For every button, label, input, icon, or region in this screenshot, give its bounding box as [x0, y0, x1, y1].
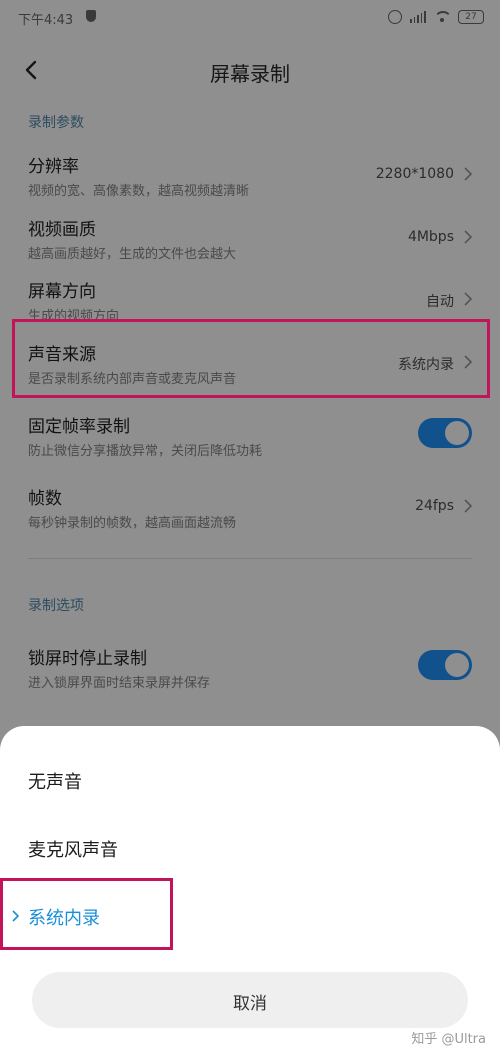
- chevron-right-icon: [464, 355, 473, 369]
- setting-title: 屏幕方向: [28, 282, 96, 302]
- fixed-framerate-toggle[interactable]: [418, 418, 472, 448]
- watermark: 知乎 @Ultra: [411, 1032, 486, 1047]
- setting-video-quality[interactable]: 视频画质 越高画质越好，生成的文件也会越大 4Mbps: [0, 215, 500, 277]
- status-time: 下午4:43: [18, 13, 74, 28]
- setting-subtitle: 是否录制系统内部声音或麦克风声音: [28, 372, 237, 387]
- setting-value: 自动: [426, 294, 454, 310]
- page-title: 屏幕录制: [210, 62, 290, 86]
- setting-value: 2280*1080: [375, 166, 454, 182]
- status-bar: 下午4:43 27: [0, 0, 500, 34]
- option-label: 麦克风声音: [28, 840, 118, 861]
- alarm-icon: [388, 10, 402, 24]
- option-microphone[interactable]: 麦克风声音: [0, 824, 500, 874]
- setting-framerate[interactable]: 帧数 每秒钟录制的帧数，越高画面越流畅 24fps: [0, 484, 500, 546]
- setting-subtitle: 越高画质越好，生成的文件也会越大: [28, 247, 237, 262]
- toggle-knob: [445, 421, 469, 445]
- section-label-record-options: 录制选项: [28, 598, 84, 614]
- setting-title: 声音来源: [28, 345, 96, 365]
- cancel-button[interactable]: 取消: [32, 972, 468, 1028]
- cancel-label: 取消: [233, 994, 267, 1014]
- setting-orientation[interactable]: 屏幕方向 生成的视频方向 自动: [0, 277, 500, 339]
- selected-chevron-icon: [12, 910, 19, 922]
- setting-subtitle: 进入锁屏界面时结束录屏并保存: [28, 676, 211, 691]
- setting-subtitle: 视频的宽、高像素数，越高视频越清晰: [28, 184, 250, 199]
- setting-title: 锁屏时停止录制: [28, 649, 147, 669]
- wifi-icon: [434, 11, 450, 23]
- chevron-right-icon: [464, 230, 473, 244]
- setting-value: 4Mbps: [407, 229, 454, 245]
- setting-title: 视频画质: [28, 220, 96, 240]
- option-no-sound[interactable]: 无声音: [0, 756, 500, 806]
- toggle-knob: [445, 653, 469, 677]
- screen-recording-settings: 下午4:43 27 屏幕录制 录制参数 分辨率 视频的宽、高像素数，越高视频越清…: [0, 0, 500, 1055]
- setting-subtitle: 每秒钟录制的帧数，越高画面越流畅: [28, 516, 237, 531]
- setting-stop-on-lock: 锁屏时停止录制 进入锁屏界面时结束录屏并保存: [0, 644, 500, 706]
- audio-source-sheet: 无声音 麦克风声音 系统内录 取消: [0, 726, 500, 1055]
- setting-resolution[interactable]: 分辨率 视频的宽、高像素数，越高视频越清晰 2280*1080: [0, 152, 500, 214]
- setting-fixed-framerate: 固定帧率录制 防止微信分享播放异常，关闭后降低功耗: [0, 412, 500, 474]
- chevron-right-icon: [464, 499, 473, 513]
- option-label: 系统内录: [28, 908, 100, 929]
- stop-on-lock-toggle[interactable]: [418, 650, 472, 680]
- option-label: 无声音: [28, 772, 82, 793]
- status-icons: 27: [388, 8, 484, 26]
- signal-icon: [410, 11, 426, 23]
- option-system-audio[interactable]: 系统内录: [0, 892, 500, 942]
- chevron-right-icon: [464, 167, 473, 181]
- chevron-right-icon: [464, 292, 473, 306]
- setting-title: 分辨率: [28, 157, 79, 177]
- setting-value: 24fps: [415, 498, 454, 514]
- setting-audio-source[interactable]: 声音来源 是否录制系统内部声音或麦克风声音 系统内录: [0, 340, 500, 402]
- setting-value: 系统内录: [398, 357, 454, 373]
- setting-title: 帧数: [28, 489, 62, 509]
- shield-icon: [86, 10, 96, 22]
- setting-subtitle: 生成的视频方向: [28, 309, 120, 324]
- setting-title: 固定帧率录制: [28, 417, 130, 437]
- divider: [28, 558, 472, 559]
- section-label-record-params: 录制参数: [28, 115, 84, 131]
- setting-subtitle: 防止微信分享播放异常，关闭后降低功耗: [28, 444, 263, 459]
- battery-icon: 27: [458, 10, 484, 24]
